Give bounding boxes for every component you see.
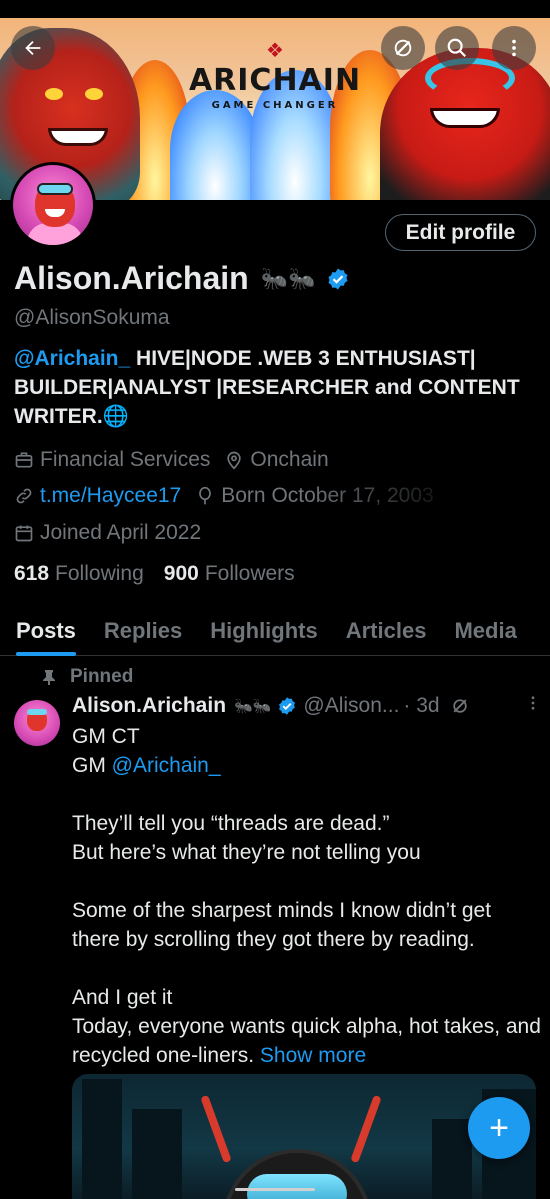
profile-handle: @AlisonSokuma <box>14 306 170 329</box>
post-more-button[interactable] <box>524 694 542 718</box>
followers-label: Followers <box>204 562 295 585</box>
pinned-label: Pinned <box>70 666 134 687</box>
character-eye <box>85 88 103 100</box>
tab-articles[interactable]: Articles <box>332 612 441 655</box>
search-button[interactable] <box>435 26 479 70</box>
post-body[interactable]: GM CT GM @Arichain_ They’ll tell you “th… <box>72 722 542 1070</box>
location-item: Onchain <box>224 448 329 472</box>
website-item[interactable]: t.me/Haycee17 <box>14 484 181 508</box>
following-link[interactable]: 618 Following <box>14 562 144 586</box>
antenna-shape <box>200 1094 232 1164</box>
following-label: Following <box>55 562 144 585</box>
profile-meta-row: Financial Services Onchain <box>14 448 343 472</box>
category-text: Financial Services <box>40 448 211 471</box>
profile-bio: @Arichain_ HIVE|NODE .WEB 3 ENTHUSIAST| … <box>14 344 544 431</box>
arichain-logo-icon: ❖ <box>266 40 284 62</box>
pin-icon <box>43 670 55 685</box>
arrow-left-icon <box>25 40 41 56</box>
grok-icon[interactable] <box>450 696 470 716</box>
birthday-item: Born October 17, 2003 <box>195 484 434 508</box>
calendar-icon <box>15 525 33 542</box>
profile-meta-row: t.me/Haycee17 Born October 17, 2003 <box>14 484 448 508</box>
joined-text: Joined April 2022 <box>40 521 202 544</box>
display-name-text: Alison.Arichain <box>14 260 249 296</box>
link-icon <box>16 488 32 504</box>
post-author-name[interactable]: Alison.Arichain <box>72 694 226 718</box>
grok-button[interactable] <box>381 26 425 70</box>
tab-media[interactable]: Media <box>440 612 530 655</box>
pinned-indicator: Pinned <box>42 666 133 688</box>
profile-tabs: Posts Replies Highlights Articles Media <box>0 612 550 656</box>
banner-character-right <box>380 48 550 200</box>
show-more-link[interactable]: Show more <box>260 1044 366 1067</box>
display-name: Alison.Arichain 🐜🐜 <box>14 260 350 297</box>
bio-mention-link[interactable]: @Arichain_ <box>14 347 130 370</box>
home-indicator[interactable] <box>235 1188 315 1191</box>
following-count: 618 <box>14 562 50 585</box>
verified-badge-icon <box>279 697 296 715</box>
post-author-avatar[interactable] <box>14 700 60 746</box>
building-shape <box>432 1119 472 1199</box>
edit-profile-button[interactable]: Edit profile <box>385 214 536 251</box>
post-mention-link[interactable]: @Arichain_ <box>112 754 221 777</box>
compose-post-button[interactable]: + <box>468 1097 530 1159</box>
profile-avatar[interactable] <box>10 162 96 248</box>
location-text: Onchain <box>250 448 329 471</box>
post-line1: GM CT <box>72 725 140 748</box>
more-vertical-icon <box>531 696 535 710</box>
avatar-goggles <box>27 709 47 715</box>
name-emoji: 🐜🐜 <box>260 265 316 291</box>
status-bar <box>0 0 550 18</box>
profile-meta-row: Joined April 2022 <box>14 521 215 545</box>
character-eye <box>45 88 63 100</box>
building-shape <box>82 1079 122 1199</box>
post-author-emoji: 🐜🐜 <box>234 698 272 715</box>
building-shape <box>132 1109 182 1199</box>
visor-shape <box>247 1174 347 1199</box>
followers-count: 900 <box>163 562 199 585</box>
followers-link[interactable]: 900 Followers <box>164 562 295 586</box>
balloon-icon <box>199 486 212 505</box>
birthday-text: Born October 17, 2003 <box>221 484 434 507</box>
character-mouth <box>48 128 108 146</box>
plus-icon: + <box>489 1108 509 1147</box>
more-vertical-icon <box>512 39 516 57</box>
search-icon <box>447 38 467 58</box>
grok-icon <box>394 39 412 57</box>
antenna-shape <box>350 1094 382 1164</box>
location-pin-icon <box>227 451 242 470</box>
joined-item: Joined April 2022 <box>14 521 201 545</box>
post-line2-prefix: GM <box>72 754 112 777</box>
verified-badge-icon[interactable] <box>326 267 350 291</box>
banner-logo-subtitle: GAME CHANGER <box>211 100 339 111</box>
post-header: Alison.Arichain 🐜🐜 @Alison... · 3d <box>72 694 542 718</box>
category-item: Financial Services <box>14 448 210 472</box>
website-link[interactable]: t.me/Haycee17 <box>40 484 181 508</box>
avatar-goggles <box>37 183 73 195</box>
post-author-handle[interactable]: @Alison... <box>303 694 399 718</box>
banner-logo-title: ARICHAIN <box>188 63 362 98</box>
character-mouth <box>430 108 500 128</box>
post-media-image[interactable] <box>72 1074 536 1199</box>
back-button[interactable] <box>11 26 55 70</box>
tab-posts[interactable]: Posts <box>0 612 90 656</box>
post-body-text: They’ll tell you “threads are dead.” But… <box>72 812 541 1067</box>
banner-logo: ❖ ARICHAIN GAME CHANGER <box>185 38 365 111</box>
tab-highlights[interactable]: Highlights <box>196 612 332 655</box>
post-time[interactable]: · 3d <box>403 694 439 718</box>
briefcase-icon <box>15 452 33 468</box>
follow-stats: 618 Following 900 Followers <box>14 562 315 586</box>
tab-replies[interactable]: Replies <box>90 612 196 655</box>
more-options-button[interactable] <box>492 26 536 70</box>
